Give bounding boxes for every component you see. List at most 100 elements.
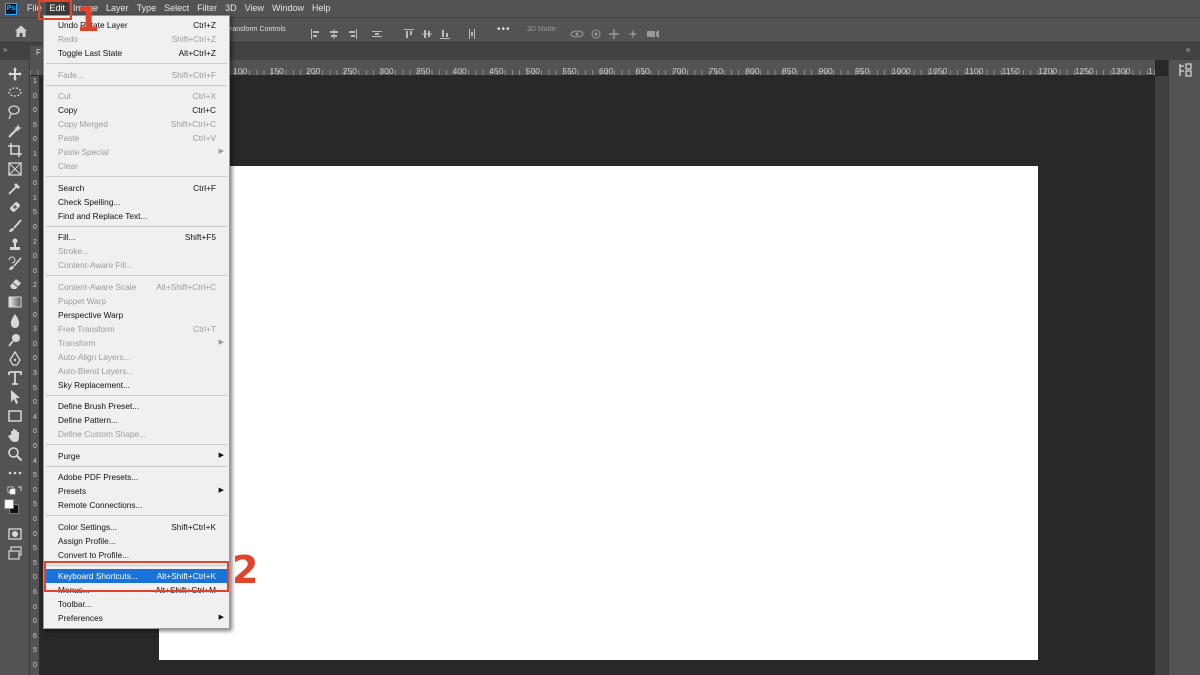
- align-center-icon[interactable]: [329, 26, 339, 39]
- edit-menu-item-define-brush-preset[interactable]: Define Brush Preset...: [44, 399, 229, 413]
- align-top-icon[interactable]: [404, 26, 414, 38]
- menu-separator: [46, 63, 227, 64]
- edit-menu-item-define-pattern[interactable]: Define Pattern...: [44, 413, 229, 427]
- eraser-icon[interactable]: [7, 275, 23, 291]
- 3d-pan-icon[interactable]: [608, 26, 620, 39]
- edit-menu-item-define-custom-shape[interactable]: Define Custom Shape...: [44, 427, 229, 441]
- collapse-toolbar-icon[interactable]: »: [3, 45, 7, 54]
- menu-filter[interactable]: Filter: [193, 1, 221, 16]
- edit-menu-item-auto-align-layers[interactable]: Auto-Align Layers...: [44, 350, 229, 364]
- transform-controls-label[interactable]: ransform Controls: [230, 26, 286, 33]
- edit-menu-item-assign-profile[interactable]: Assign Profile...: [44, 534, 229, 548]
- edit-menu-item-puppet-warp[interactable]: Puppet Warp: [44, 294, 229, 308]
- edit-menu-item-fill[interactable]: Fill... Shift+F5: [44, 230, 229, 244]
- color-swatch-icon[interactable]: [4, 499, 26, 521]
- properties-panel-icon[interactable]: [1177, 62, 1193, 78]
- screen-mode-icon[interactable]: [7, 545, 23, 561]
- menu-item-label: Sky Replacement...: [58, 379, 130, 390]
- edit-menu-item-purge[interactable]: Purge ▶: [44, 449, 229, 463]
- menu-item-label: Remote Connections...: [58, 500, 143, 510]
- menu-item-label: Search: [58, 182, 85, 193]
- document-tab[interactable]: F: [30, 46, 44, 60]
- edit-menu-item-check-spelling[interactable]: Check Spelling...: [44, 195, 229, 209]
- edit-menu-item-sky-replacement[interactable]: Sky Replacement...: [44, 378, 229, 392]
- edit-menu-item-perspective-warp[interactable]: Perspective Warp: [44, 308, 229, 322]
- edit-menu-item-paste-special[interactable]: Paste Special ▶: [44, 145, 229, 159]
- menu-layer[interactable]: Layer: [102, 1, 133, 16]
- dodge-icon[interactable]: [7, 332, 23, 348]
- frame-icon[interactable]: [7, 161, 23, 177]
- ruler-tick-label: 150: [269, 66, 284, 76]
- more-tools-icon[interactable]: [7, 465, 23, 481]
- menu-type[interactable]: Type: [133, 1, 161, 16]
- align-middle-icon[interactable]: [422, 26, 432, 38]
- edit-menu-item-free-transform[interactable]: Free Transform Ctrl+T: [44, 322, 229, 336]
- canvas-scroll-strip[interactable]: [1155, 76, 1168, 675]
- edit-menu-item-paste[interactable]: Paste Ctrl+V: [44, 131, 229, 145]
- gradient-icon[interactable]: [7, 294, 23, 310]
- move-icon[interactable]: [7, 66, 23, 82]
- document-canvas[interactable]: [159, 166, 1038, 660]
- healing-brush-icon[interactable]: [7, 199, 23, 215]
- magic-wand-icon[interactable]: [7, 123, 23, 139]
- more-options-icon[interactable]: •••: [497, 24, 511, 35]
- edit-menu-item-clear[interactable]: Clear: [44, 159, 229, 173]
- type-icon[interactable]: [7, 370, 23, 386]
- edit-menu-item-undo-rotate-layer[interactable]: Undo Rotate Layer Ctrl+Z: [44, 18, 229, 32]
- path-select-icon[interactable]: [7, 389, 23, 405]
- edit-menu-item-transform[interactable]: Transform ▶: [44, 336, 229, 350]
- menu-view[interactable]: View: [241, 1, 268, 16]
- zoom-icon[interactable]: [7, 446, 23, 462]
- annotation-box-edit-menu: [38, 0, 72, 20]
- edit-menu-item-fade[interactable]: Fade... Shift+Ctrl+F: [44, 68, 229, 82]
- 3d-roll-icon[interactable]: [590, 26, 602, 39]
- collapse-panels-icon[interactable]: «: [1186, 45, 1190, 54]
- rectangle-icon[interactable]: [7, 408, 23, 424]
- crop-icon[interactable]: [7, 142, 23, 158]
- edit-menu-item-content-aware-scale[interactable]: Content-Aware Scale Alt+Shift+Ctrl+C: [44, 280, 229, 294]
- 3d-slide-icon[interactable]: [627, 26, 639, 38]
- edit-menu-item-find-and-replace-text[interactable]: Find and Replace Text...: [44, 209, 229, 223]
- eyedropper-icon[interactable]: [7, 180, 23, 196]
- edit-menu-item-toolbar[interactable]: Toolbar...: [44, 597, 229, 611]
- align-bottom-icon[interactable]: [440, 26, 450, 39]
- edit-menu-item-color-settings[interactable]: Color Settings... Shift+Ctrl+K: [44, 520, 229, 534]
- menu-window[interactable]: Window: [268, 1, 308, 16]
- pen-icon[interactable]: [7, 350, 23, 367]
- edit-menu-item-stroke[interactable]: Stroke...: [44, 244, 229, 258]
- edit-menu-item-presets[interactable]: Presets ▶: [44, 484, 229, 498]
- hand-icon[interactable]: [7, 427, 23, 443]
- edit-menu-item-cut[interactable]: Cut Ctrl+X: [44, 89, 229, 103]
- lasso-icon[interactable]: [7, 85, 23, 101]
- menu-select[interactable]: Select: [160, 1, 193, 16]
- align-left-icon[interactable]: [311, 26, 321, 39]
- edit-menu-item-toggle-last-state[interactable]: Toggle Last State Alt+Ctrl+Z: [44, 46, 229, 60]
- edit-menu-item-convert-to-profile[interactable]: Convert to Profile...: [44, 548, 229, 562]
- history-brush-icon[interactable]: [7, 256, 23, 272]
- menu-item-shortcut: Ctrl+V: [192, 133, 216, 143]
- edit-menu-item-auto-blend-layers[interactable]: Auto-Blend Layers...: [44, 364, 229, 378]
- 3d-scale-icon[interactable]: [646, 26, 660, 38]
- menu-help[interactable]: Help: [308, 1, 335, 16]
- edit-menu-item-redo[interactable]: Redo Shift+Ctrl+Z: [44, 32, 229, 46]
- blur-icon[interactable]: [7, 313, 23, 329]
- home-icon[interactable]: [12, 22, 30, 40]
- distribute-icon[interactable]: [372, 26, 382, 37]
- quick-mask-icon[interactable]: [7, 526, 23, 542]
- swap-colors-icon[interactable]: [7, 484, 23, 500]
- edit-menu-item-search[interactable]: Search Ctrl+F: [44, 181, 229, 195]
- distribute-vertical-icon[interactable]: [467, 26, 477, 39]
- edit-menu-item-copy-merged[interactable]: Copy Merged Shift+Ctrl+C: [44, 117, 229, 131]
- edit-menu-item-adobe-pdf-presets[interactable]: Adobe PDF Presets...: [44, 470, 229, 484]
- brush-icon[interactable]: [7, 218, 23, 234]
- clone-stamp-icon[interactable]: [7, 237, 23, 253]
- edit-menu-item-remote-connections[interactable]: Remote Connections...: [44, 498, 229, 512]
- edit-menu-item-content-aware-fill[interactable]: Content-Aware Fill...: [44, 258, 229, 272]
- annotation-step-1: 1: [76, 0, 100, 40]
- 3d-orbit-icon[interactable]: [570, 26, 584, 38]
- align-right-icon[interactable]: [347, 26, 357, 39]
- quick-select-icon[interactable]: [7, 104, 23, 120]
- edit-menu-item-preferences[interactable]: Preferences ▶: [44, 611, 229, 625]
- menu-3d[interactable]: 3D: [221, 1, 241, 16]
- edit-menu-item-copy[interactable]: Copy Ctrl+C: [44, 103, 229, 117]
